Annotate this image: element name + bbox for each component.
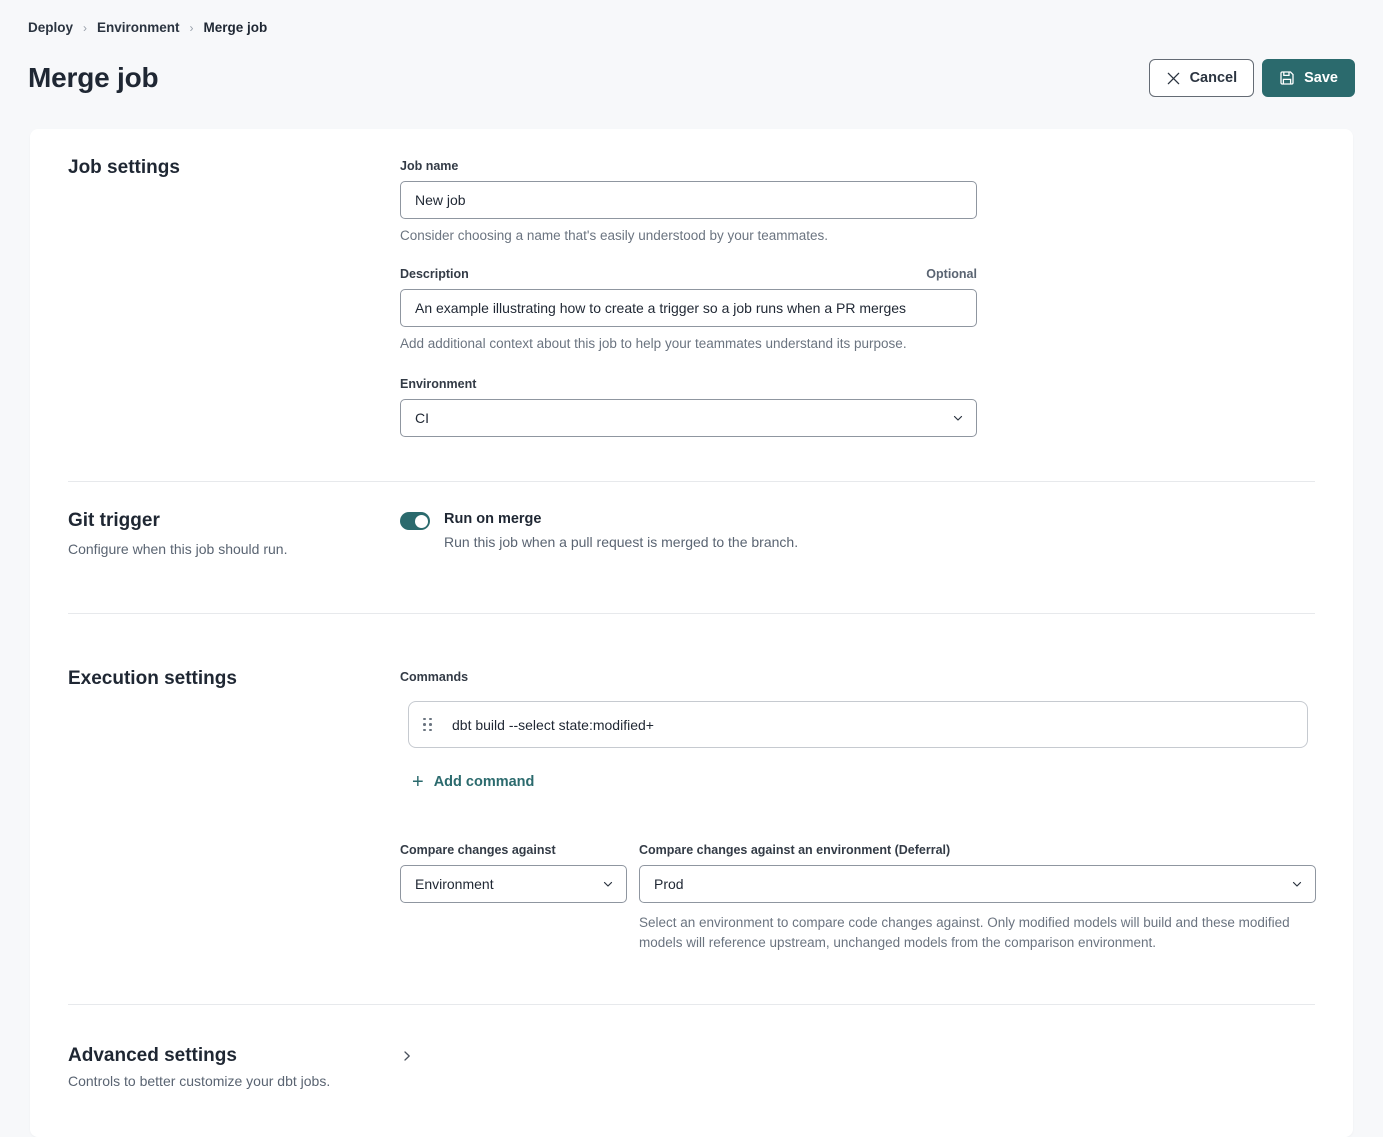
job-settings-title: Job settings <box>68 157 400 179</box>
compare-changes-field-group: Compare changes against Environment <box>400 841 627 954</box>
job-name-field-group: Job name Consider choosing a name that's… <box>400 157 1315 243</box>
compare-grid: Compare changes against Environment Comp… <box>400 841 1315 954</box>
breadcrumb-deploy[interactable]: Deploy <box>28 20 73 35</box>
job-settings-card: Job settings Job name Consider choosing … <box>30 129 1353 1137</box>
chevron-right-icon[interactable] <box>400 1049 414 1063</box>
page-header: Merge job Cancel Save <box>28 59 1355 97</box>
description-input[interactable] <box>400 289 977 327</box>
chevron-right-icon: › <box>83 21 87 35</box>
execution-settings-section: Execution settings Commands dbt build --… <box>68 614 1315 1004</box>
close-icon <box>1166 71 1181 86</box>
run-on-merge-label: Run on merge <box>444 511 798 527</box>
deferral-select-value: Prod <box>654 876 684 892</box>
plus-icon: + <box>412 772 424 792</box>
run-on-merge-row: Run on merge Run this job when a pull re… <box>400 510 1315 550</box>
deferral-field-group: Compare changes against an environment (… <box>639 841 1316 954</box>
environment-select-value: CI <box>415 410 429 426</box>
environment-field-group: Environment CI <box>400 375 1315 437</box>
compare-changes-label: Compare changes against <box>400 843 556 857</box>
description-optional-badge: Optional <box>926 267 977 281</box>
chevron-down-icon <box>952 412 964 424</box>
save-button[interactable]: Save <box>1262 59 1355 97</box>
advanced-settings-subtitle: Controls to better customize your dbt jo… <box>68 1073 400 1089</box>
run-on-merge-toggle[interactable] <box>400 512 430 530</box>
breadcrumb: Deploy › Environment › Merge job <box>28 20 1355 35</box>
command-text[interactable]: dbt build --select state:modified+ <box>452 717 654 733</box>
execution-settings-title: Execution settings <box>68 668 400 690</box>
cancel-button-label: Cancel <box>1190 70 1238 86</box>
breadcrumb-environment[interactable]: Environment <box>97 20 180 35</box>
advanced-settings-title: Advanced settings <box>68 1045 400 1067</box>
environment-label: Environment <box>400 377 476 391</box>
advanced-settings-section[interactable]: Advanced settings Controls to better cus… <box>68 1005 1315 1137</box>
git-trigger-section: Git trigger Configure when this job shou… <box>68 482 1315 613</box>
deferral-helper: Select an environment to compare code ch… <box>639 913 1299 954</box>
chevron-right-icon: › <box>190 21 194 35</box>
deferral-select[interactable]: Prod <box>639 865 1316 903</box>
git-trigger-subtitle: Configure when this job should run. <box>68 541 400 557</box>
toggle-knob <box>414 514 429 529</box>
add-command-label: Add command <box>434 774 535 790</box>
deferral-label: Compare changes against an environment (… <box>639 843 950 857</box>
job-name-helper: Consider choosing a name that's easily u… <box>400 228 1315 243</box>
cancel-button[interactable]: Cancel <box>1149 59 1255 97</box>
job-name-label: Job name <box>400 159 458 173</box>
git-trigger-title: Git trigger <box>68 510 400 532</box>
description-field-group: Description Optional Add additional cont… <box>400 267 1315 351</box>
description-helper: Add additional context about this job to… <box>400 336 1315 351</box>
job-settings-section: Job settings Job name Consider choosing … <box>68 129 1315 481</box>
page: Deploy › Environment › Merge job Merge j… <box>0 0 1383 1137</box>
header-actions: Cancel Save <box>1149 59 1355 97</box>
save-button-label: Save <box>1304 70 1338 86</box>
description-label: Description <box>400 267 469 281</box>
breadcrumb-merge-job: Merge job <box>204 20 268 35</box>
drag-handle-icon[interactable] <box>423 718 432 732</box>
commands-label: Commands <box>400 670 468 684</box>
run-on-merge-description: Run this job when a pull request is merg… <box>444 534 798 550</box>
chevron-down-icon <box>1291 878 1303 890</box>
chevron-down-icon <box>602 878 614 890</box>
job-name-input[interactable] <box>400 181 977 219</box>
environment-select[interactable]: CI <box>400 399 977 437</box>
compare-changes-select-value: Environment <box>415 876 494 892</box>
add-command-button[interactable]: + Add command <box>412 772 534 792</box>
command-row[interactable]: dbt build --select state:modified+ <box>408 701 1308 748</box>
compare-changes-select[interactable]: Environment <box>400 865 627 903</box>
page-title: Merge job <box>28 62 158 94</box>
save-icon <box>1279 70 1295 86</box>
